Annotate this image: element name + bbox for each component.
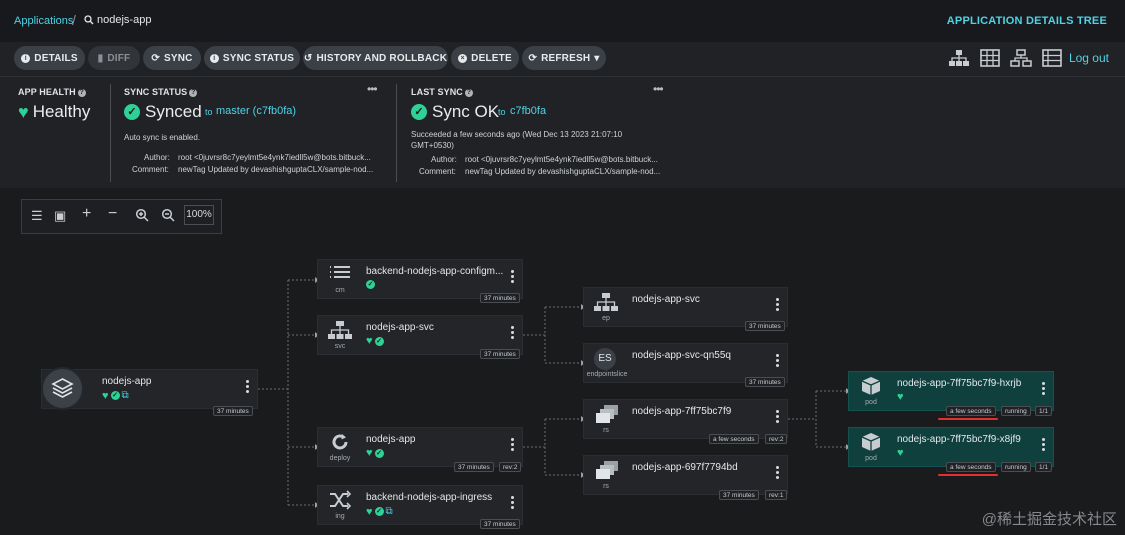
node-menu-icon[interactable]	[1042, 438, 1045, 453]
node-revision-badge: rev:1	[765, 490, 788, 500]
fit-screen-icon[interactable]: ▣	[54, 208, 66, 224]
endpointslice-badge-icon: ES	[594, 348, 616, 370]
node-age-badge: a few seconds	[946, 462, 996, 472]
node-status: ♥ ✓	[366, 447, 384, 459]
replicaset-icon	[596, 405, 618, 423]
node-name: nodejs-app-svc	[632, 294, 700, 305]
pod-state-badge: running	[1001, 406, 1031, 416]
node-age-badge: 37 minutes	[745, 321, 785, 331]
node-age-badge: a few seconds	[709, 434, 759, 444]
annotation-underline	[938, 474, 998, 476]
deployment-icon	[332, 434, 348, 450]
pod-ready-badge: 1/1	[1035, 406, 1053, 416]
node-menu-icon[interactable]	[246, 380, 249, 395]
check-circle-icon: ✓	[374, 507, 384, 516]
node-name: nodejs-app-7ff75bc7f9-hxrjb	[897, 378, 1022, 389]
replicaset-icon	[596, 461, 618, 479]
node-name: nodejs-app-svc-qn55q	[632, 350, 731, 361]
heart-icon: ♥	[366, 505, 373, 518]
replicaset-node[interactable]: rs nodejs-app-7ff75bc7f9	[583, 399, 788, 439]
node-kind: deploy	[329, 455, 351, 462]
node-age-badge: 37 minutes	[480, 349, 520, 359]
node-menu-icon[interactable]	[511, 438, 514, 453]
node-kind: pod	[865, 455, 877, 462]
check-circle-icon: ✓	[374, 336, 384, 346]
node-menu-icon[interactable]	[776, 410, 779, 425]
node-name: nodejs-app-697f7794bd	[632, 462, 738, 473]
node-menu-icon[interactable]	[1042, 382, 1045, 397]
node-revision-badge: rev:2	[499, 462, 522, 472]
node-kind: pod	[865, 399, 877, 406]
node-name: nodejs-app	[366, 434, 416, 445]
node-age-badge: a few seconds	[946, 406, 996, 416]
node-menu-icon[interactable]	[511, 496, 514, 511]
node-kind: svc	[334, 343, 346, 350]
app-icon-circle	[41, 367, 84, 410]
annotation-underline	[938, 418, 998, 420]
node-age-badge: 37 minutes	[719, 490, 759, 500]
pod-cube-icon	[861, 433, 881, 451]
node-name: nodejs-app-svc	[366, 322, 434, 333]
heart-icon: ♥	[897, 391, 904, 403]
ingress-icon	[330, 490, 352, 510]
check-circle-icon: ✓	[374, 448, 384, 458]
expand-icon[interactable]: +	[82, 205, 91, 223]
configmap-icon	[330, 266, 350, 278]
watermark: @稀土掘金技术社区	[981, 511, 1117, 528]
endpoints-icon	[594, 293, 618, 311]
external-link-icon[interactable]: ⧉	[122, 390, 129, 401]
zoom-level[interactable]: 100%	[184, 205, 214, 225]
heart-icon: ♥	[366, 335, 373, 347]
node-kind: rs	[603, 427, 609, 434]
layers-icon	[51, 378, 74, 398]
node-kind: rs	[603, 483, 609, 490]
node-kind: endpointslice	[586, 371, 628, 378]
heart-icon: ♥	[102, 389, 109, 402]
service-icon	[328, 321, 352, 339]
align-icon[interactable]: ☰	[31, 208, 43, 224]
node-name: backend-nodejs-app-configm...	[366, 266, 504, 277]
node-menu-icon[interactable]	[511, 270, 514, 285]
pod-ready-badge: 1/1	[1035, 462, 1053, 472]
node-status: ♥	[897, 447, 904, 459]
zoom-in-icon[interactable]	[135, 208, 149, 222]
node-kind: ing	[335, 513, 345, 520]
pod-node[interactable]: pod nodejs-app-7ff75bc7f9-x8jf9 ♥	[848, 427, 1054, 467]
check-circle-icon: ✓	[110, 391, 120, 400]
heart-icon: ♥	[897, 447, 904, 459]
node-name: nodejs-app-7ff75bc7f9-x8jf9	[897, 434, 1021, 445]
node-age-badge: 37 minutes	[480, 293, 520, 303]
pod-state-badge: running	[1001, 462, 1031, 472]
node-menu-icon[interactable]	[511, 326, 514, 341]
node-kind: cm	[335, 287, 345, 294]
collapse-icon[interactable]: −	[108, 205, 117, 223]
node-name: nodejs-app	[102, 376, 152, 387]
node-status: ♥ ✓ ⧉	[366, 506, 393, 517]
deployment-node[interactable]: deploy nodejs-app ♥ ✓	[317, 427, 523, 467]
pod-cube-icon	[861, 377, 881, 395]
external-link-icon[interactable]: ⧉	[386, 506, 393, 517]
node-revision-badge: rev:2	[765, 434, 788, 444]
pod-node[interactable]: pod nodejs-app-7ff75bc7f9-hxrjb ♥	[848, 371, 1054, 411]
node-menu-icon[interactable]	[776, 466, 779, 481]
node-status: ✓	[366, 280, 375, 289]
node-status: ♥	[897, 391, 904, 403]
node-name: backend-nodejs-app-ingress	[366, 492, 493, 503]
node-age-badge: 37 minutes	[480, 519, 520, 529]
zoom-out-icon[interactable]	[161, 208, 175, 222]
node-name: nodejs-app-7ff75bc7f9	[632, 406, 732, 417]
node-status: ♥ ✓	[366, 335, 384, 347]
node-age-badge: 37 minutes	[213, 406, 253, 416]
check-circle-icon: ✓	[366, 280, 375, 289]
heart-icon: ♥	[366, 447, 373, 459]
node-kind: ep	[602, 315, 610, 322]
node-menu-icon[interactable]	[776, 354, 779, 369]
node-age-badge: 37 minutes	[454, 462, 494, 472]
node-age-badge: 37 minutes	[745, 377, 785, 387]
replicaset-node[interactable]: rs nodejs-app-697f7794bd	[583, 455, 788, 495]
node-menu-icon[interactable]	[776, 298, 779, 313]
node-status: ♥ ✓ ⧉	[102, 390, 129, 401]
